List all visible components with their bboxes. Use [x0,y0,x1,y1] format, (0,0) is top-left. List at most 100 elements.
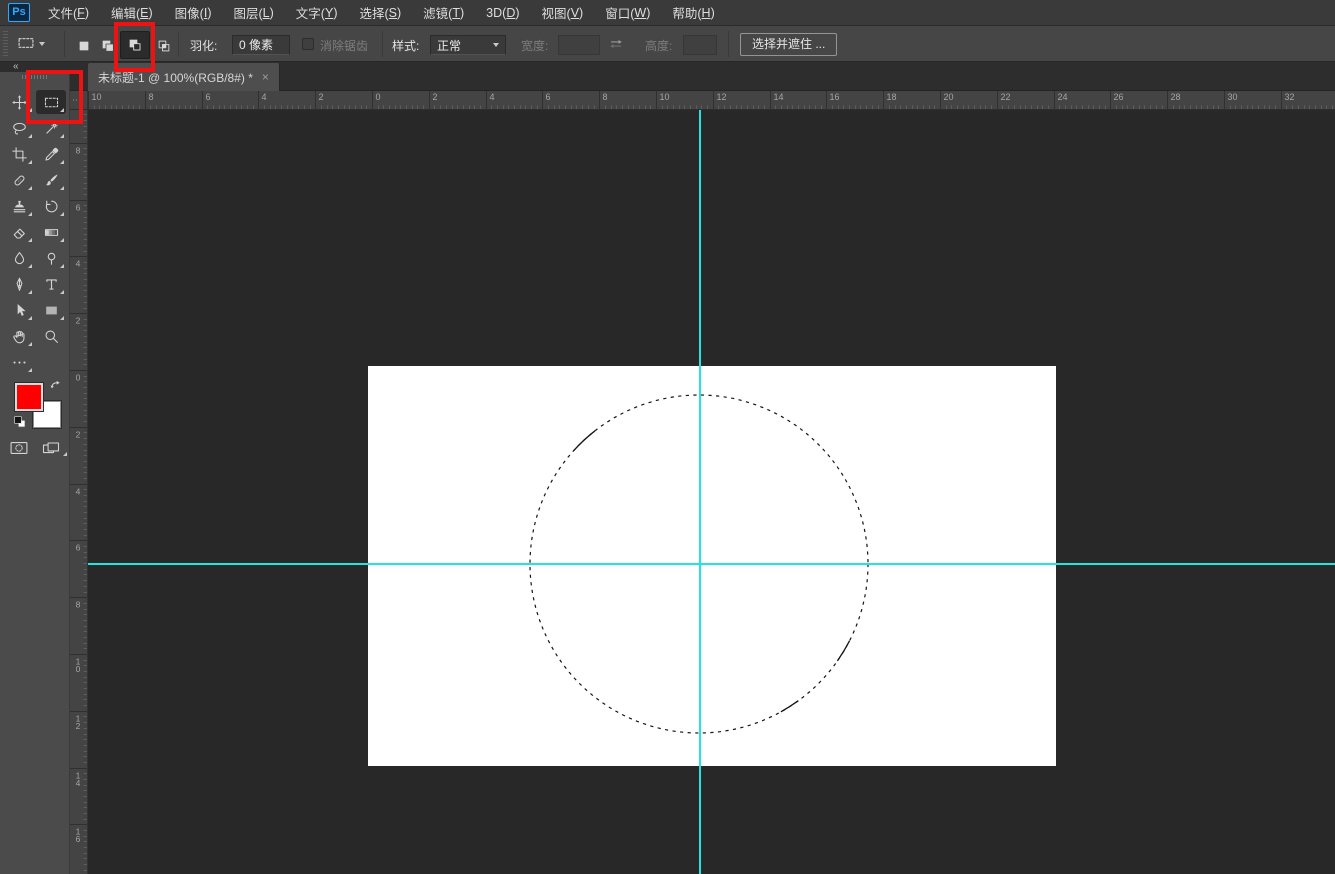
swap-width-height-icon [606,34,626,54]
height-input [683,35,717,55]
svg-text:32: 32 [1285,92,1295,102]
select-and-mask-button[interactable]: 选择并遮住 ... [740,33,838,56]
move-tool[interactable] [4,90,34,114]
menu-item-window[interactable]: 窗口(W) [594,0,661,25]
zoom-tool[interactable] [36,324,66,348]
svg-text:4: 4 [490,92,495,102]
chevron-down-icon [493,43,499,47]
menu-items: 文件(F) 编辑(E) 图像(I) 图层(L) 文字(Y) 选择(S) 滤镜(T) 3D(D)… [37,0,726,25]
rectangle-tool[interactable] [36,298,66,322]
svg-text:26: 26 [1114,92,1124,102]
default-colors-icon[interactable] [12,414,30,432]
photoshop-logo[interactable]: Ps [8,3,30,22]
svg-text:10: 10 [660,92,670,102]
menu-bar: Ps 文件(F) 编辑(E) 图像(I) 图层(L) 文字(Y) 选择(S) 滤镜(T) 3D… [0,0,1335,26]
intersect-selection-button[interactable] [152,34,176,58]
spot-healing-brush-tool[interactable] [4,168,34,192]
menu-item-edit[interactable]: 编辑(E) [100,0,164,25]
blur-tool[interactable] [4,246,34,270]
menu-item-layer[interactable]: 图层(L) [223,0,285,25]
svg-text:8: 8 [603,92,608,102]
edit-toolbar-button[interactable] [4,350,34,374]
style-label: 样式: [392,39,420,53]
svg-text:0: 0 [376,92,381,102]
menu-item-3d[interactable]: 3D(D) [475,0,530,25]
width-label: 宽度: [521,39,549,53]
menu-item-select[interactable]: 选择(S) [348,0,412,25]
svg-text:14: 14 [774,92,784,102]
photoshop-window: Ps 文件(F) 编辑(E) 图像(I) 图层(L) 文字(Y) 选择(S) 滤镜(T) 3D… [0,0,1335,874]
separator [178,31,179,57]
close-icon[interactable]: × [262,71,269,83]
anti-alias-checkbox[interactable] [302,38,314,50]
subtract-from-selection-button[interactable] [120,31,150,59]
svg-text:6: 6 [76,543,81,553]
eraser-tool[interactable] [4,220,34,244]
document-tab[interactable]: 未标题-1 @ 100%(RGB/8#) * × [88,63,280,91]
menu-item-type[interactable]: 文字(Y) [285,0,349,25]
svg-text:4: 4 [262,92,267,102]
dodge-tool[interactable] [36,246,66,270]
panel-grip[interactable] [22,75,48,79]
feather-input[interactable]: 0 像素 [232,35,290,55]
anti-alias-label: 消除锯齿 [320,39,369,53]
crop-tool[interactable] [4,142,34,166]
svg-text:18: 18 [887,92,897,102]
svg-text:28: 28 [1171,92,1181,102]
eyedropper-tool[interactable] [36,142,66,166]
swap-colors-icon[interactable] [46,379,64,395]
new-selection-button[interactable] [72,34,96,58]
history-brush-tool[interactable] [36,194,66,218]
svg-text:22: 22 [1001,92,1011,102]
svg-text:6: 6 [76,203,81,213]
type-tool[interactable] [36,272,66,296]
separator [64,31,65,57]
vertical-ruler[interactable]: 8 6 4 2 0 2 4 6 8 10 12 14 16 [70,110,88,874]
tool-panel-header[interactable]: « [0,62,70,72]
vertical-guide[interactable] [699,110,701,874]
menu-item-image[interactable]: 图像(I) [164,0,223,25]
svg-text:30: 30 [1228,92,1238,102]
lasso-tool[interactable] [4,116,34,140]
collapse-panel-icon[interactable]: « [13,61,20,72]
hand-tool[interactable] [4,324,34,348]
menu-item-view[interactable]: 视图(V) [531,0,595,25]
ruler-corner[interactable] [70,91,88,110]
options-bar: 羽化: 0 像素 消除锯齿 样式: 正常 宽度: 高度: 选择并遮住 ... [0,26,1335,62]
horizontal-guide[interactable] [88,563,1335,565]
width-input [558,35,600,55]
add-to-selection-button[interactable] [96,34,120,58]
svg-text:2: 2 [433,92,438,102]
svg-text:6: 6 [206,92,211,102]
menu-item-help[interactable]: 帮助(H) [661,0,725,25]
path-selection-tool[interactable] [4,298,34,322]
svg-text:16: 16 [830,92,840,102]
height-label: 高度: [645,39,673,53]
svg-text:2: 2 [76,316,81,326]
feather-label: 羽化: [190,39,218,53]
options-bar-grip[interactable] [3,31,8,57]
svg-text:24: 24 [1058,92,1068,102]
gradient-tool[interactable] [36,220,66,244]
screen-mode-button[interactable] [41,438,67,456]
menu-item-filter[interactable]: 滤镜(T) [412,0,475,25]
rectangular-marquee-icon [17,34,35,55]
svg-text:6: 6 [546,92,551,102]
clone-stamp-tool[interactable] [4,194,34,218]
quick-selection-tool[interactable] [36,116,66,140]
style-dropdown[interactable]: 正常 [430,35,506,55]
canvas-area[interactable] [88,110,1335,874]
brush-tool[interactable] [36,168,66,192]
tool-preset-picker[interactable] [14,33,60,55]
foreground-color-swatch[interactable] [15,383,43,411]
horizontal-ruler[interactable]: 10 8 6 4 2 0 2 4 6 8 10 12 14 16 18 20 22 24 26 28 30 32 [88,91,1335,110]
tool-panel: « [0,62,70,874]
svg-text:8: 8 [149,92,154,102]
pen-tool[interactable] [4,272,34,296]
menu-item-file[interactable]: 文件(F) [37,0,100,25]
quick-mask-mode-button[interactable] [9,438,35,456]
rectangular-marquee-tool[interactable] [36,90,66,114]
svg-text:4: 4 [76,487,81,497]
svg-text:0: 0 [76,373,81,383]
svg-text:4: 4 [76,259,81,269]
